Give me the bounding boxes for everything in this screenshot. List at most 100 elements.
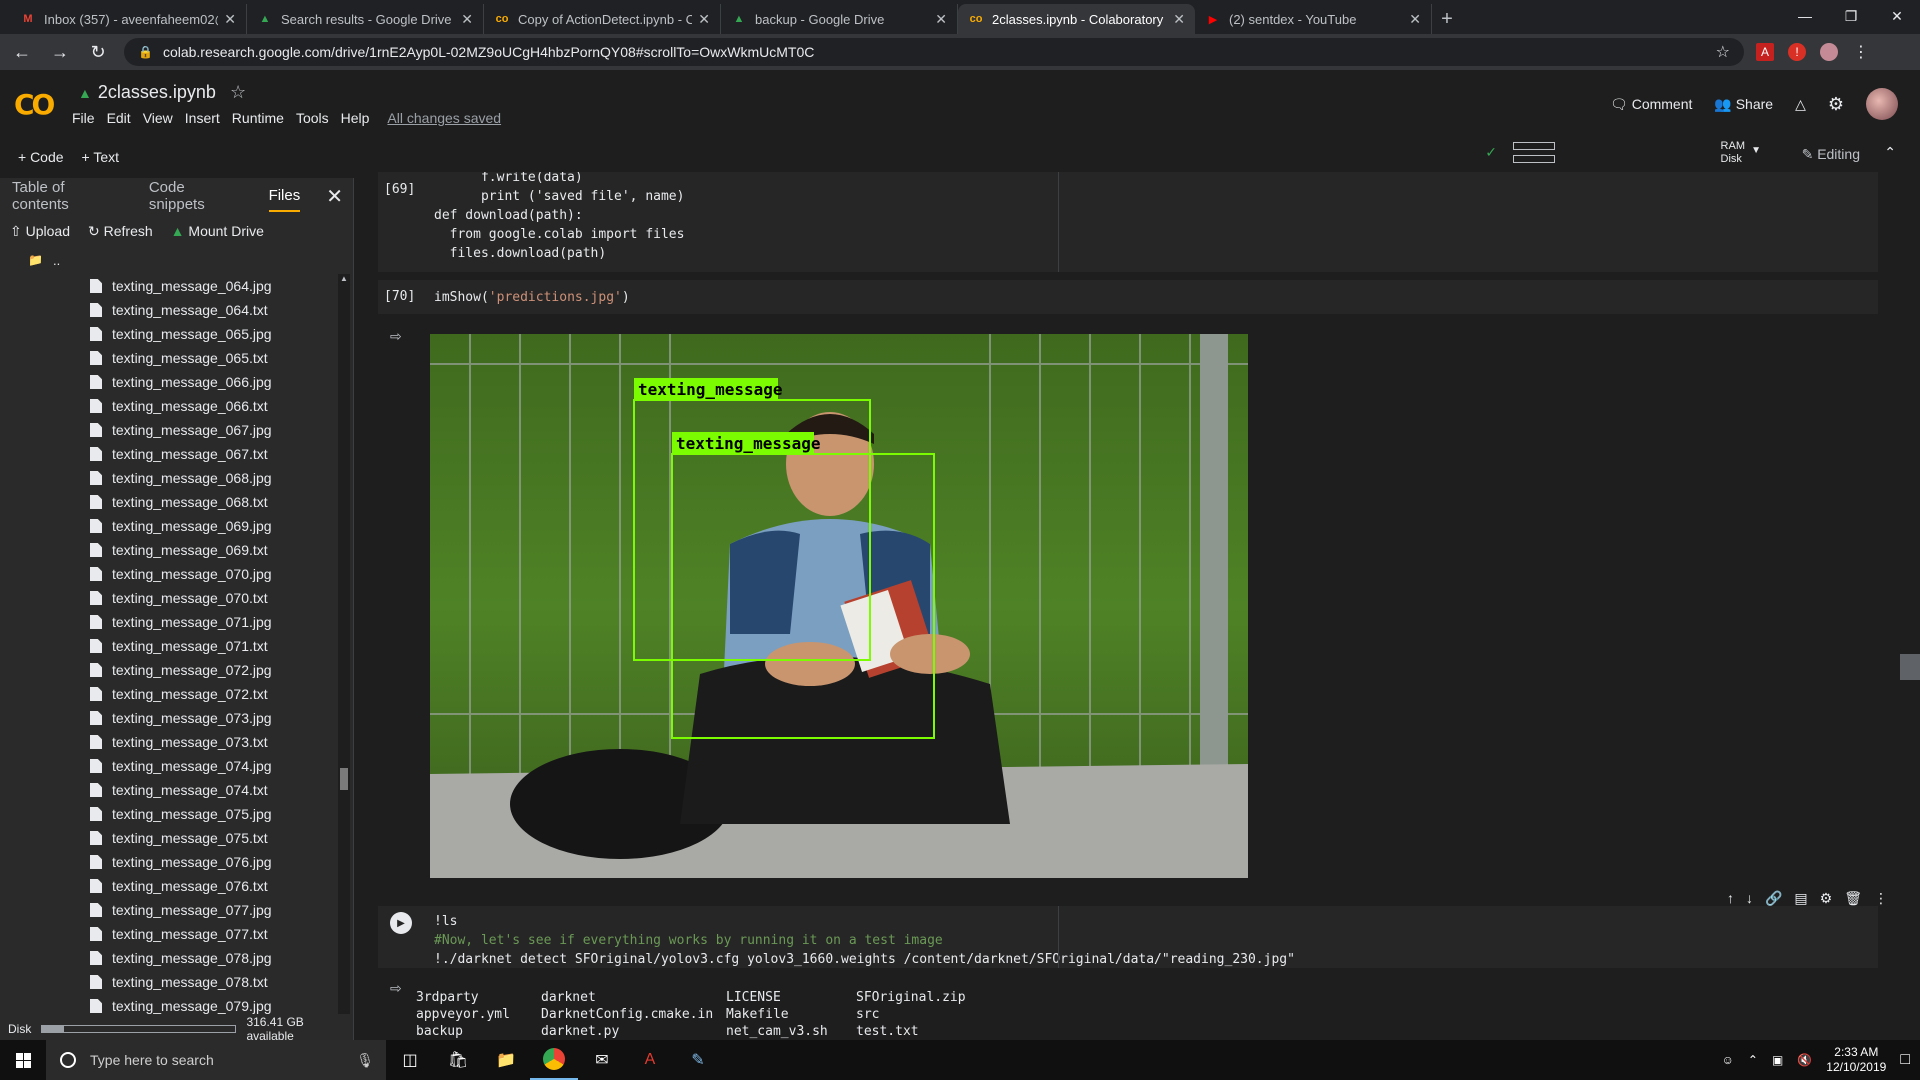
close-tab-icon[interactable]: ✕ [461,11,473,28]
file-item[interactable]: texting_message_067.txt [0,442,336,466]
upload-button[interactable]: ⇧ Upload [10,223,70,240]
profile-avatar-icon[interactable] [1820,43,1838,61]
close-sidebar-icon[interactable]: ✕ [326,184,343,209]
cell-settings-gear-icon[interactable]: ⚙ [1820,890,1833,907]
resource-monitor[interactable]: ✓ RAM Disk ▼ [1485,140,1761,166]
file-item[interactable]: texting_message_071.jpg [0,610,336,634]
file-item[interactable]: texting_message_066.txt [0,394,336,418]
chrome-icon[interactable] [530,1040,578,1080]
browser-tab[interactable]: M Inbox (357) - aveenfaheem02@g ✕ [10,4,247,34]
collapse-header-icon[interactable]: ⌃ [1884,144,1896,161]
file-item[interactable]: texting_message_078.txt [0,970,336,994]
file-item[interactable]: texting_message_075.txt [0,826,336,850]
account-avatar[interactable] [1866,88,1898,120]
browser-tab[interactable]: ▲ Search results - Google Drive ✕ [247,4,484,34]
taskbar-search-box[interactable]: Type here to search 🎙 [46,1040,386,1080]
menu-item[interactable]: Tools [296,110,329,126]
scroll-thumb[interactable] [340,768,348,790]
resource-dropdown-icon[interactable]: ▼ [1751,144,1761,157]
code-cell-70[interactable]: [70] imShow('predictions.jpg') [378,280,1878,314]
back-icon[interactable]: ← [6,36,38,68]
file-item[interactable]: texting_message_076.jpg [0,850,336,874]
add-code-button[interactable]: + Code [18,149,64,165]
comment-button[interactable]: 🗨 Comment [1610,96,1692,113]
file-item[interactable]: texting_message_069.txt [0,538,336,562]
mount-drive-button[interactable]: ▲ Mount Drive [171,223,264,239]
notepad-icon[interactable]: ✎ [674,1040,722,1080]
save-status-link[interactable]: All changes saved [387,110,501,126]
reload-icon[interactable]: ↻ [82,36,114,68]
file-item[interactable]: texting_message_077.txt [0,922,336,946]
settings-gear-icon[interactable]: ⚙ [1828,94,1844,115]
file-item[interactable]: texting_message_068.jpg [0,466,336,490]
file-item[interactable]: texting_message_072.jpg [0,658,336,682]
output-icon[interactable]: ⇨ [390,980,402,997]
file-item[interactable]: texting_message_066.jpg [0,370,336,394]
minimize-icon[interactable]: — [1782,0,1828,32]
close-tab-icon[interactable]: ✕ [224,11,236,28]
file-item[interactable]: texting_message_076.txt [0,874,336,898]
notebook-scroll-thumb[interactable] [1900,654,1920,680]
close-tab-icon[interactable]: ✕ [935,11,947,28]
link-icon[interactable]: 🔗 [1765,890,1782,907]
file-item[interactable]: texting_message_070.txt [0,586,336,610]
browser-tab[interactable]: co Copy of ActionDetect.ipynb - Co ✕ [484,4,721,34]
volume-muted-icon[interactable]: 🔇 [1797,1053,1812,1067]
sidebar-tab[interactable]: Files [268,187,301,212]
file-item[interactable]: texting_message_070.jpg [0,562,336,586]
file-explorer-icon[interactable]: 📁 [482,1040,530,1080]
file-item[interactable]: texting_message_074.txt [0,778,336,802]
menu-item[interactable]: Edit [107,110,131,126]
file-item[interactable]: texting_message_064.txt [0,298,336,322]
menu-item[interactable]: Runtime [232,110,284,126]
experimental-icon[interactable]: △ [1795,96,1806,113]
restore-icon[interactable]: ❐ [1828,0,1874,32]
extension-icon[interactable]: ! [1788,43,1806,61]
browser-tab[interactable]: co 2classes.ipynb - Colaboratory ✕ [958,4,1195,34]
address-bar[interactable]: 🔒 colab.research.google.com/drive/1rnE2A… [124,38,1744,66]
cell-more-icon[interactable]: ⋮ [1874,890,1888,907]
file-list-scrollbar[interactable]: ▲ [338,274,350,1014]
microphone-icon[interactable]: 🎙 [356,1052,374,1069]
file-item[interactable]: texting_message_064.jpg [0,274,336,298]
delete-cell-icon[interactable]: 🗑 [1844,890,1862,907]
notifications-icon[interactable]: □ [1900,1051,1910,1069]
store-icon[interactable]: 🛍 [434,1040,482,1080]
windows-start-icon[interactable] [0,1040,46,1080]
output-icon[interactable]: ⇨ [390,328,402,345]
editing-mode-button[interactable]: ✎ Editing [1802,146,1860,163]
bookmark-star-icon[interactable]: ☆ [1716,42,1730,62]
add-text-button[interactable]: + Text [82,149,120,165]
file-item[interactable]: texting_message_071.txt [0,634,336,658]
code-cell-active[interactable]: !ls #Now, let's see if everything works b… [378,906,1878,968]
browser-tab[interactable]: ▶ (2) sentdex - YouTube ✕ [1195,4,1432,34]
sidebar-tab[interactable]: Code snippets [149,179,243,213]
file-item[interactable]: texting_message_069.jpg [0,514,336,538]
code-cell-69[interactable]: [69] f.write(data) print ('saved file', … [378,172,1878,272]
close-window-icon[interactable]: ✕ [1874,0,1920,32]
close-tab-icon[interactable]: ✕ [1409,11,1421,28]
file-item[interactable]: texting_message_079.jpg [0,994,336,1014]
file-item[interactable]: texting_message_067.jpg [0,418,336,442]
notebook-scrollbar[interactable] [1900,172,1920,1040]
parent-folder-item[interactable]: 📁 .. [0,248,353,272]
mail-icon[interactable]: ✉ [578,1040,626,1080]
file-item[interactable]: texting_message_075.jpg [0,802,336,826]
refresh-button[interactable]: ↻ Refresh [88,223,153,240]
colab-logo[interactable]: CO [14,88,55,121]
star-icon[interactable]: ☆ [230,82,246,103]
close-tab-icon[interactable]: ✕ [698,11,710,28]
people-icon[interactable]: ☺ [1722,1053,1734,1067]
scroll-up-icon[interactable]: ▲ [338,274,350,283]
file-item[interactable]: texting_message_073.txt [0,730,336,754]
file-item[interactable]: texting_message_078.jpg [0,946,336,970]
file-item[interactable]: texting_message_065.jpg [0,322,336,346]
file-item[interactable]: texting_message_074.jpg [0,754,336,778]
comment-cell-icon[interactable]: ▤ [1794,890,1807,907]
run-cell-button[interactable]: ▶ [390,912,412,934]
task-view-icon[interactable]: ◫ [386,1040,434,1080]
network-icon[interactable]: ▣ [1772,1053,1783,1067]
system-clock[interactable]: 2:33 AM 12/10/2019 [1826,1045,1886,1075]
file-item[interactable]: texting_message_068.txt [0,490,336,514]
notebook-title[interactable]: 2classes.ipynb [98,82,216,103]
